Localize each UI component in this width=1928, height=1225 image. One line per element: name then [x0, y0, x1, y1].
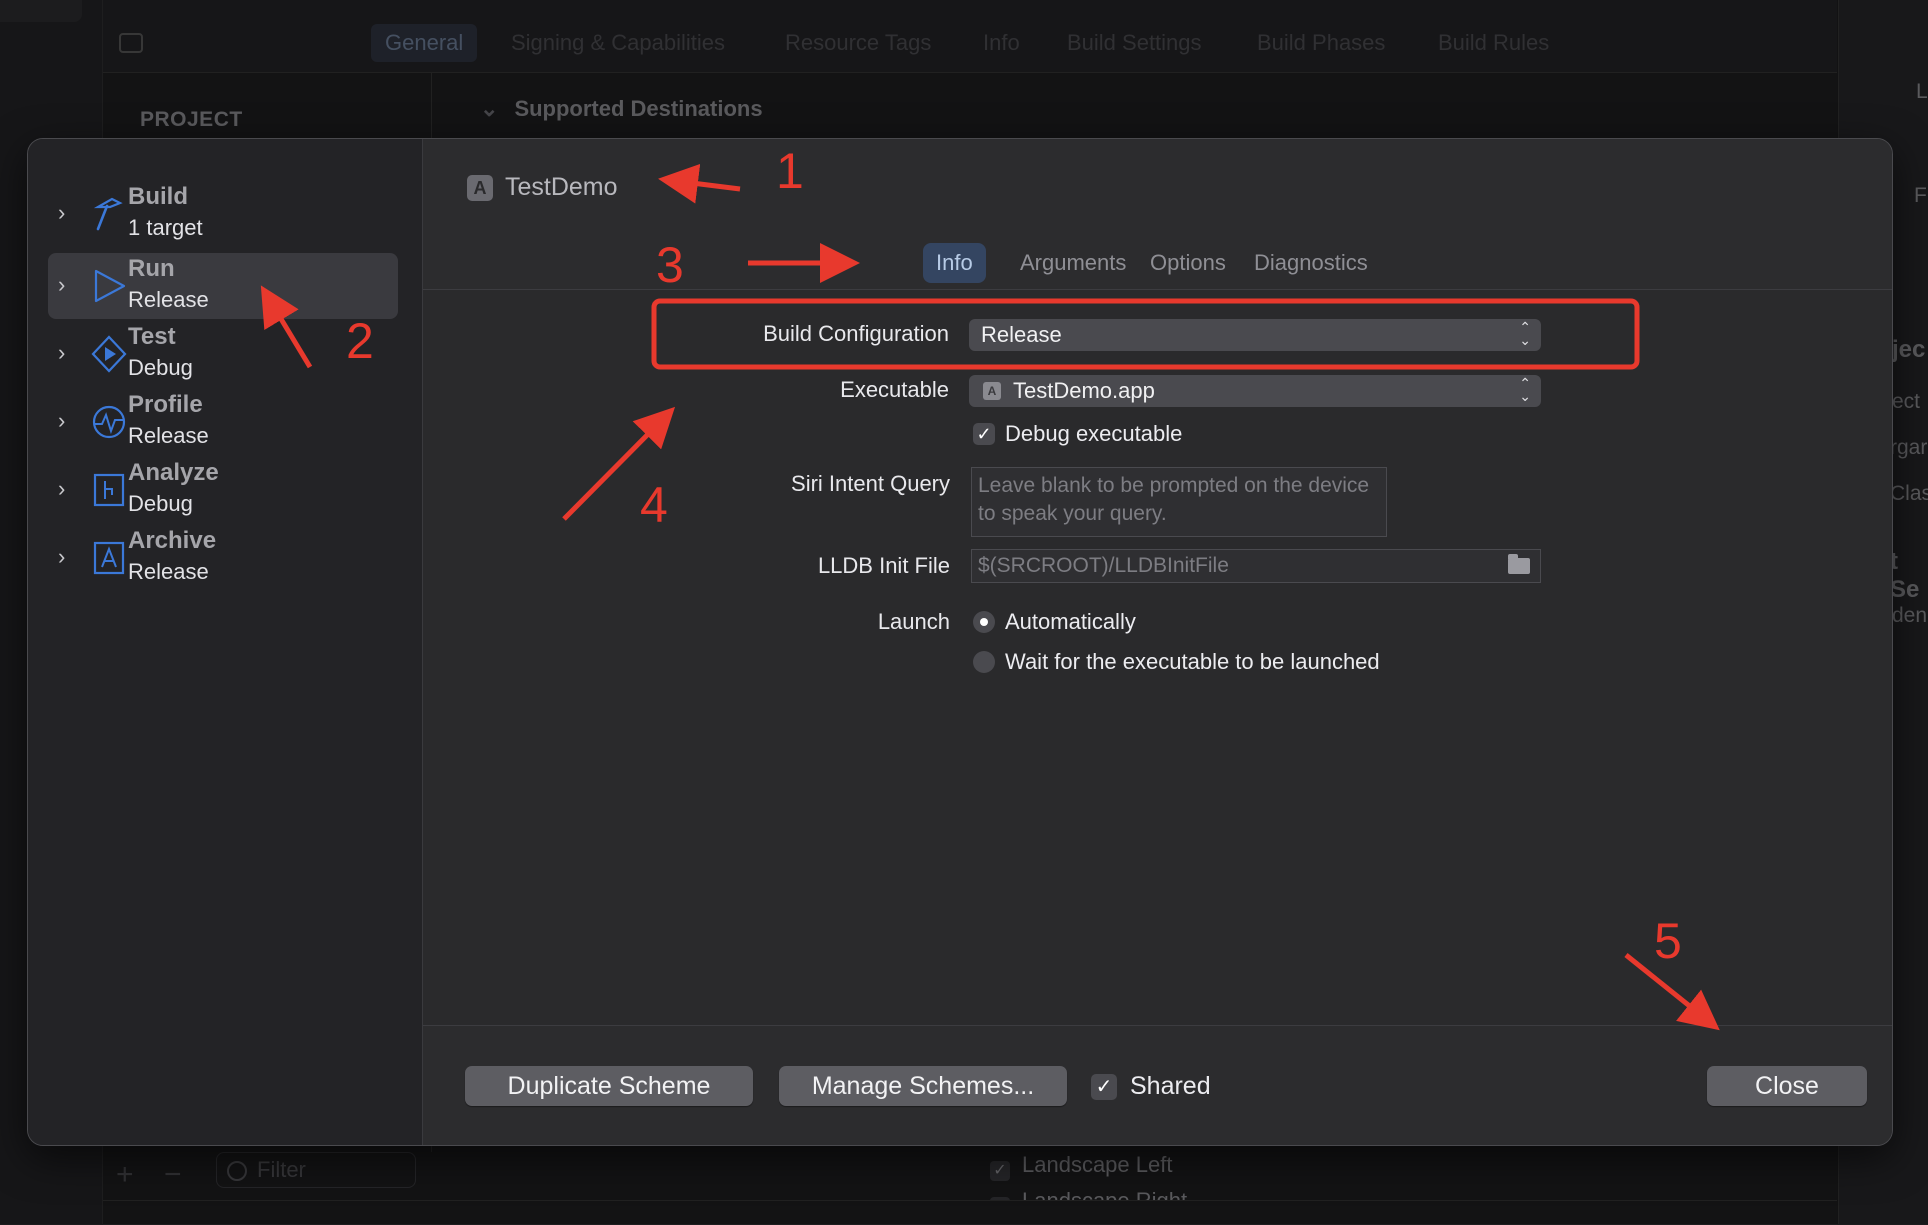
- arrow-2: [260, 285, 313, 369]
- annotation-number-1: 1: [776, 143, 804, 199]
- annotation-overlay: [260, 163, 1720, 1031]
- annotation-number-4: 4: [640, 477, 668, 533]
- annotation-number-2: 2: [346, 313, 374, 369]
- highlight-box-build-configuration: [651, 298, 1640, 370]
- annotation-number-3: 3: [656, 237, 684, 293]
- arrow-1: [658, 163, 741, 204]
- annotation-number-5: 5: [1654, 913, 1682, 969]
